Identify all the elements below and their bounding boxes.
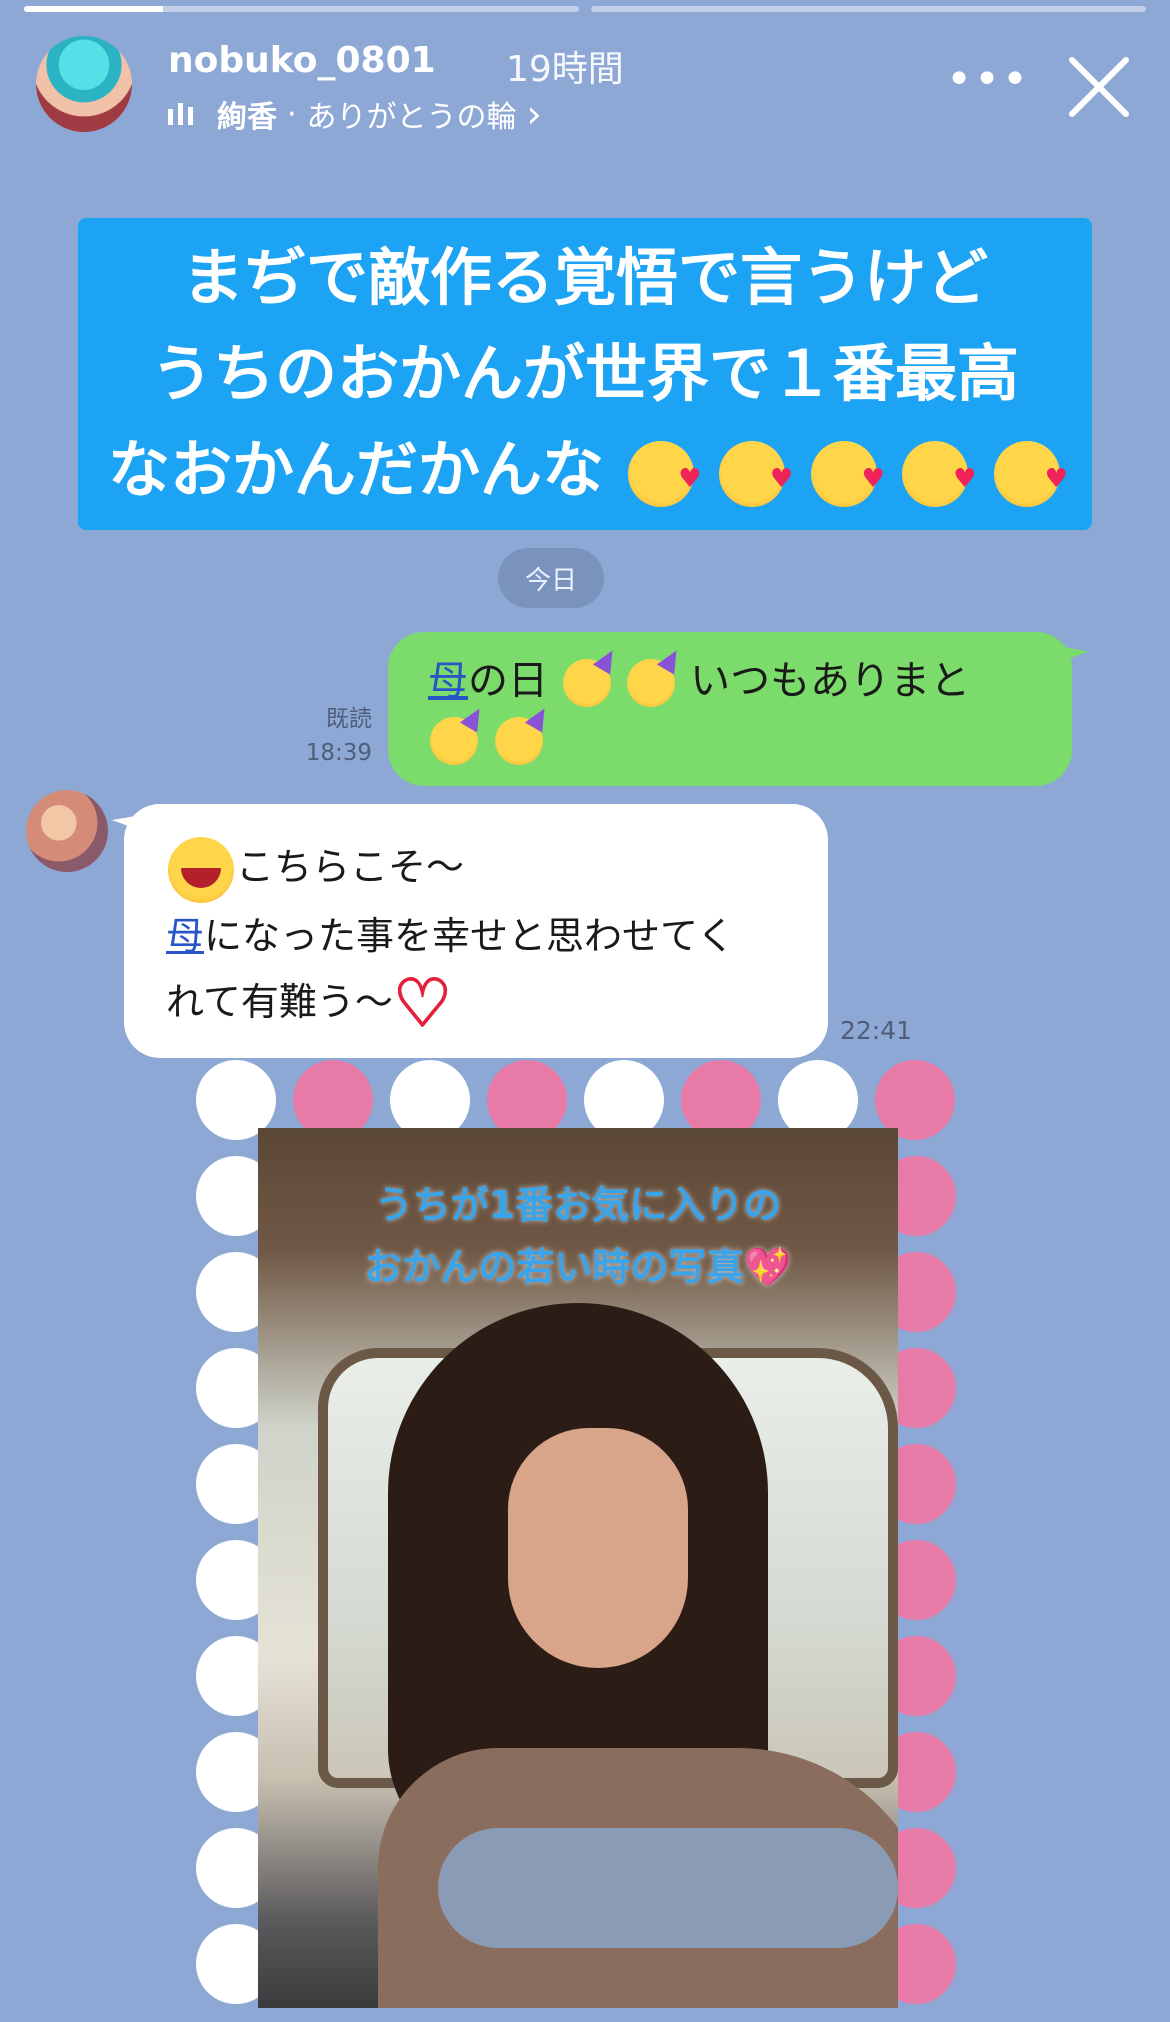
smiling-face-with-hearts-icon	[993, 431, 1068, 527]
progress-segment-1	[24, 6, 579, 12]
linked-word[interactable]: 母	[166, 914, 204, 958]
banner-line-1: まぢで敵作る覚悟で言うけど	[181, 241, 988, 314]
story-header: nobuko_0801 19時間 絢香 · ありがとうの輪 › •••	[36, 36, 1140, 136]
partying-face-icon	[627, 659, 676, 707]
received-time: 22:41	[840, 1016, 913, 1045]
sent-text-a: の日	[468, 658, 548, 704]
date-separator: 今日	[498, 548, 604, 608]
smiling-face-with-hearts-icon	[627, 431, 702, 527]
contact-avatar[interactable]	[26, 790, 108, 872]
music-title: ありがとうの輪	[306, 100, 517, 135]
username[interactable]: nobuko_0801	[168, 40, 436, 81]
read-status: 既読 18:39	[292, 702, 372, 770]
received-line-2: になった事を幸せと思わせてく	[204, 913, 735, 958]
story-text-banner: まぢで敵作る覚悟で言うけど うちのおかんが世界で１番最高 なおかんだかんな	[78, 218, 1092, 530]
vintage-photo: うちが1番お気に入りの おかんの若い時の写真💖	[258, 1128, 898, 2008]
partying-face-icon	[430, 717, 478, 765]
partying-face-icon	[562, 659, 611, 707]
more-options-button[interactable]: •••	[946, 58, 1030, 102]
partying-face-icon	[494, 717, 543, 765]
music-artist: 絢香	[217, 100, 277, 135]
music-separator: ·	[287, 96, 297, 132]
banner-line-2: うちのおかんが世界で１番最高	[150, 337, 1019, 410]
chevron-right-icon: ›	[526, 92, 542, 136]
received-message-bubble[interactable]: こちらこそ〜 母になった事を幸せと思わせてく れて有難う〜♡	[124, 804, 828, 1058]
close-icon[interactable]	[1064, 52, 1134, 122]
received-message-text: こちらこそ〜 母になった事を幸せと思わせてく れて有難う〜♡	[166, 834, 806, 1042]
post-time: 19時間	[506, 49, 624, 90]
read-label: 既読	[326, 706, 372, 732]
photo-face	[508, 1428, 688, 1668]
sent-time: 18:39	[305, 740, 372, 766]
music-sticker[interactable]: 絢香 · ありがとうの輪 ›	[168, 92, 542, 136]
photo-caption-line-1: うちが1番お気に入りの	[374, 1183, 782, 1227]
sent-message-bubble[interactable]: 母の日 いつもありまと	[388, 632, 1072, 786]
photo-caption: うちが1番お気に入りの おかんの若い時の写真💖	[258, 1174, 898, 1298]
photo-sticker: うちが1番お気に入りの おかんの若い時の写真💖	[196, 1060, 956, 2022]
avatar[interactable]	[36, 36, 132, 132]
banner-line-3-text: なおかんだかんな	[108, 433, 605, 506]
sparkling-heart-icon: 💖	[744, 1245, 792, 1289]
smiling-face-with-hearts-icon	[810, 431, 885, 527]
received-line-3: れて有難う〜	[166, 979, 393, 1024]
photo-seat	[438, 1828, 898, 1948]
heart-icon: ♡	[392, 965, 453, 1042]
smiling-face-with-hearts-icon	[719, 431, 793, 527]
sent-text-b: いつもありまと	[690, 658, 971, 704]
grinning-laughing-face-icon	[168, 836, 234, 903]
sent-message-text: 母の日 いつもありまと	[428, 652, 1028, 768]
music-bars-icon	[168, 103, 193, 125]
banner-line-3: なおかんだかんな	[108, 422, 1068, 527]
progress-segment-2	[591, 6, 1146, 12]
received-line-1: こちらこそ〜	[236, 845, 465, 889]
smiling-face-with-hearts-icon	[902, 431, 976, 527]
linked-word[interactable]: 母	[428, 658, 468, 704]
photo-caption-line-2: おかんの若い時の写真	[364, 1245, 745, 1289]
story-progress	[24, 6, 1146, 12]
